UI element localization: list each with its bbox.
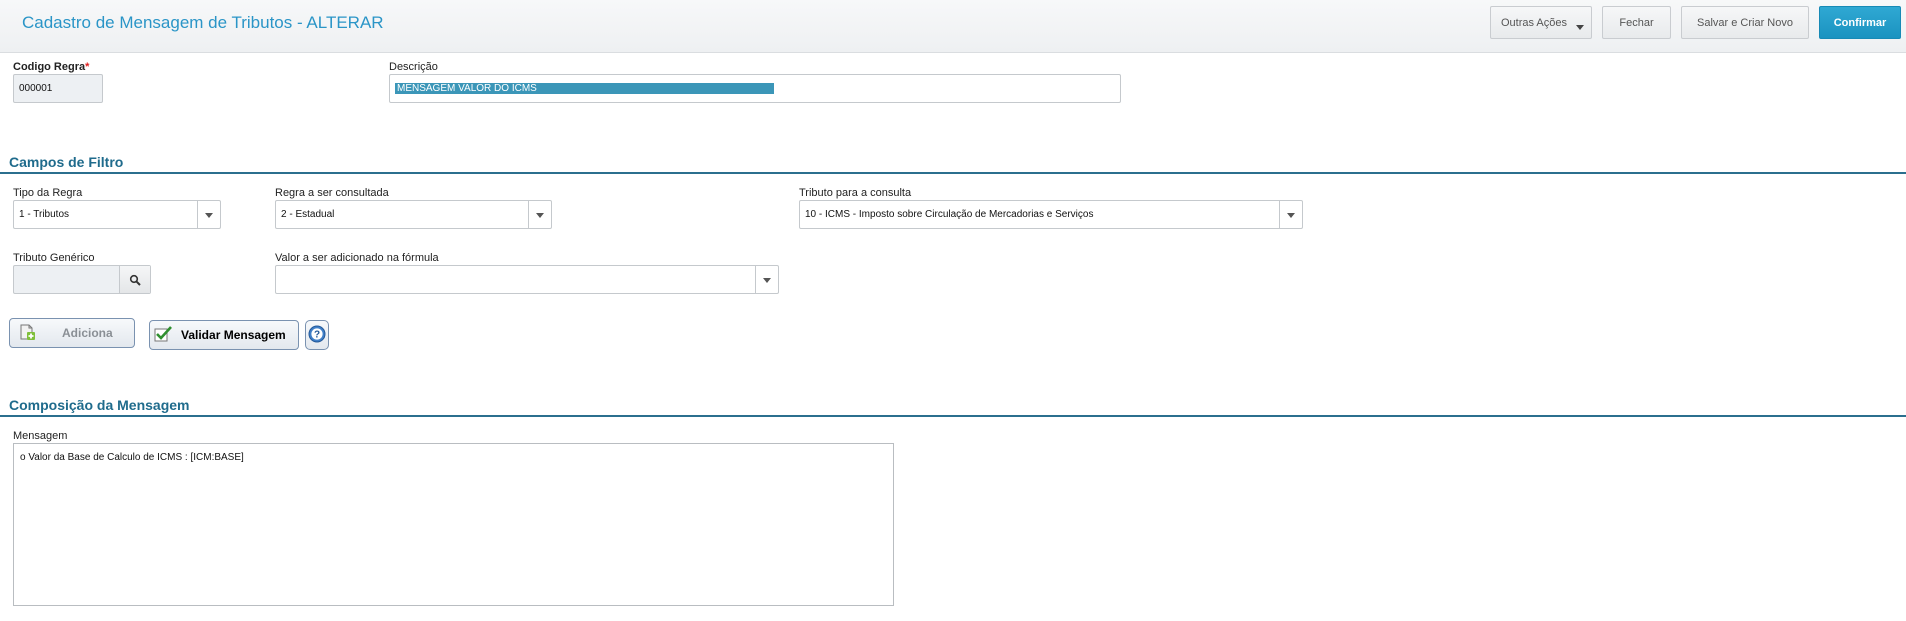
- tax-query-select[interactable]: 10 - ICMS - Imposto sobre Circulação de …: [799, 200, 1303, 229]
- generic-tax-field[interactable]: [13, 265, 151, 294]
- help-button[interactable]: ?: [305, 320, 329, 350]
- rule-code-field[interactable]: 000001: [13, 74, 103, 103]
- rule-code-label-text: Codigo Regra: [13, 61, 86, 73]
- add-button[interactable]: Adiciona: [9, 318, 135, 348]
- section-divider: [0, 172, 1906, 174]
- message-textarea[interactable]: o Valor da Base de Calculo de ICMS : [IC…: [13, 443, 894, 606]
- formula-value-label: Valor a ser adicionado na fórmula: [275, 252, 439, 264]
- rule-type-label: Tipo da Regra: [13, 187, 83, 199]
- close-button[interactable]: Fechar: [1602, 6, 1671, 39]
- description-input[interactable]: MENSAGEM VALOR DO ICMS: [389, 74, 1121, 103]
- chevron-down-icon[interactable]: [528, 201, 551, 228]
- chevron-down-icon[interactable]: [1279, 201, 1302, 228]
- description-value: MENSAGEM VALOR DO ICMS: [395, 83, 774, 94]
- search-icon[interactable]: [119, 266, 150, 293]
- add-document-icon: [18, 323, 36, 344]
- rule-type-select[interactable]: 1 - Tributos: [13, 200, 221, 229]
- add-button-label: Adiciona: [62, 326, 113, 340]
- other-actions-button[interactable]: Outras Ações: [1490, 6, 1592, 39]
- chevron-down-icon: [1576, 25, 1584, 30]
- chevron-down-icon[interactable]: [197, 201, 220, 228]
- rule-query-select[interactable]: 2 - Estadual: [275, 200, 552, 229]
- formula-value-select[interactable]: [275, 265, 779, 294]
- generic-tax-label: Tributo Genérico: [13, 252, 95, 264]
- description-label: Descrição: [389, 61, 438, 73]
- filter-section-title: Campos de Filtro: [9, 154, 124, 170]
- page-header: Cadastro de Mensagem de Tributos - ALTER…: [0, 0, 1906, 53]
- rule-code-value: 000001: [19, 83, 53, 94]
- required-mark: *: [85, 61, 90, 73]
- checkmark-icon: [153, 325, 173, 346]
- help-icon: ?: [308, 325, 326, 346]
- save-and-new-button[interactable]: Salvar e Criar Novo: [1681, 6, 1809, 39]
- svg-text:?: ?: [314, 329, 320, 340]
- tax-query-value: 10 - ICMS - Imposto sobre Circulação de …: [805, 209, 1094, 220]
- rule-code-label: Codigo Regra*: [13, 61, 89, 73]
- rule-query-label: Regra a ser consultada: [275, 187, 389, 199]
- confirm-label: Confirmar: [1833, 16, 1887, 29]
- close-label: Fechar: [1619, 16, 1654, 29]
- composition-section-title: Composição da Mensagem: [9, 397, 190, 413]
- tax-query-label: Tributo para a consulta: [799, 187, 912, 199]
- save-and-new-label: Salvar e Criar Novo: [1697, 16, 1793, 29]
- validate-message-label: Validar Mensagem: [181, 328, 286, 342]
- confirm-button[interactable]: Confirmar: [1819, 6, 1901, 39]
- rule-type-value: 1 - Tributos: [19, 209, 70, 220]
- other-actions-label: Outras Ações: [1500, 16, 1568, 29]
- message-value: o Valor da Base de Calculo de ICMS : [IC…: [20, 452, 244, 463]
- section-divider: [0, 415, 1906, 417]
- page-title: Cadastro de Mensagem de Tributos - ALTER…: [22, 13, 384, 32]
- chevron-down-icon[interactable]: [755, 266, 778, 293]
- message-label: Mensagem: [13, 430, 68, 442]
- validate-message-button[interactable]: Validar Mensagem: [149, 320, 299, 350]
- rule-query-value: 2 - Estadual: [281, 209, 335, 220]
